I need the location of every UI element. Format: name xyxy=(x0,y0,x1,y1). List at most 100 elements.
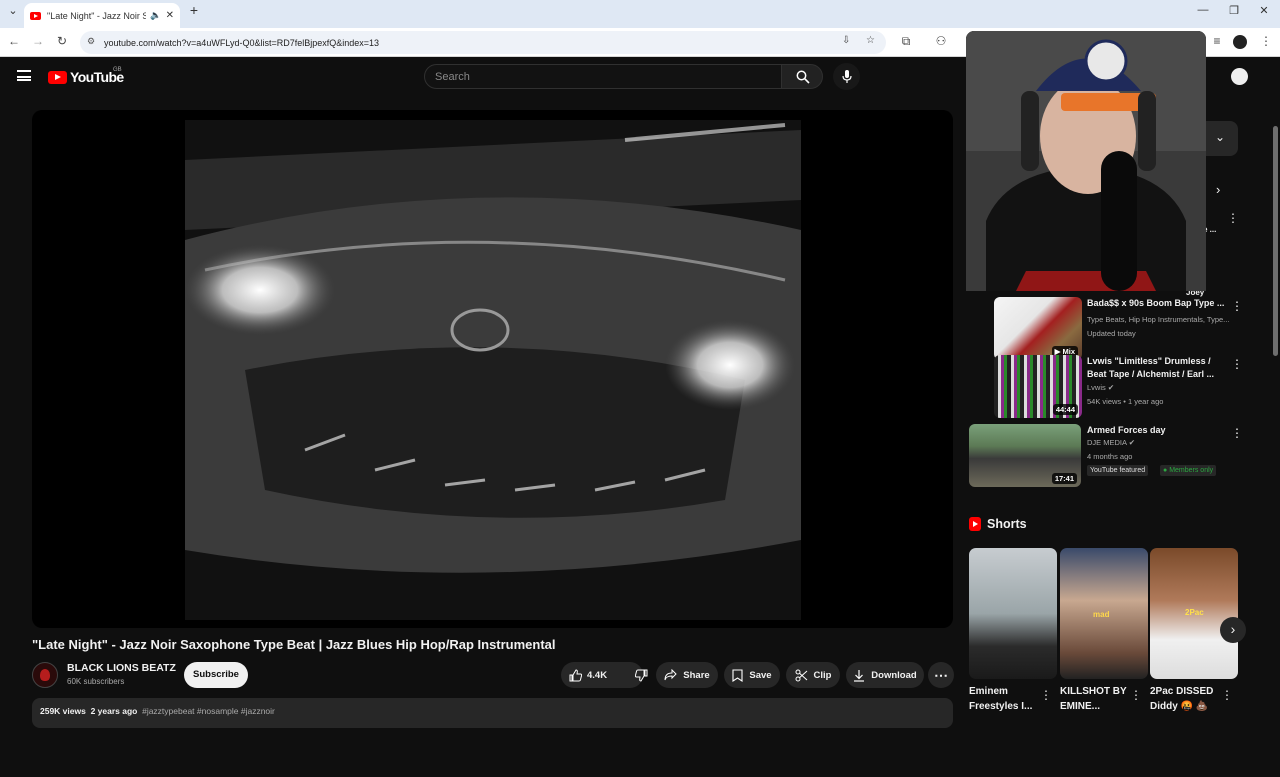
page-scrollbar[interactable] xyxy=(1270,114,1280,777)
download-button[interactable]: Download xyxy=(846,662,924,688)
short-thumbnail[interactable]: mad xyxy=(1060,548,1148,679)
video-thumbnail[interactable]: 17:41 xyxy=(969,424,1081,487)
share-button[interactable]: Share xyxy=(656,662,718,688)
chevron-right-icon[interactable]: › xyxy=(1216,182,1220,197)
tab-title: "Late Night" - Jazz Noir Saxo xyxy=(47,10,147,21)
close-tab-icon[interactable]: ✕ xyxy=(166,10,174,21)
minimize-button[interactable]: — xyxy=(1193,4,1213,16)
thumbs-down-icon xyxy=(635,669,648,682)
shorts-heading-label: Shorts xyxy=(987,517,1027,531)
related-video-channel: Type Beats, Hip Hop Instrumentals, Type.… xyxy=(1087,315,1230,324)
profile-avatar[interactable] xyxy=(1233,35,1247,49)
reload-icon[interactable]: ↻ xyxy=(54,34,70,48)
shorts-next-button[interactable]: › xyxy=(1220,617,1246,643)
search-icon xyxy=(796,70,810,84)
members-only-badge: ● Members only xyxy=(1160,465,1217,476)
back-icon[interactable]: ← xyxy=(6,34,22,48)
kebab-menu-icon[interactable]: ⋮ xyxy=(1221,688,1233,702)
kebab-menu-icon[interactable]: ⋮ xyxy=(1040,688,1052,702)
kebab-menu-icon[interactable]: ⋮ xyxy=(1231,426,1243,440)
related-video-item[interactable]: ▶︎ Mix Bada$$ x 90s Boom Bap Type ... Ty… xyxy=(969,297,1243,361)
bookmark-icon xyxy=(732,668,743,682)
user-avatar[interactable] xyxy=(1231,68,1248,85)
address-bar[interactable]: ⚙ youtube.com/watch?v=a4uWFLyd-Q0&list=R… xyxy=(80,31,886,54)
video-frame xyxy=(185,120,801,620)
related-video-meta: 4 months ago xyxy=(1087,452,1133,461)
new-tab-button[interactable]: + xyxy=(184,2,204,18)
youtube-favicon-icon xyxy=(30,11,41,20)
duration-badge: 17:41 xyxy=(1051,473,1077,484)
short-title[interactable]: KILLSHOT BY EMINE... xyxy=(1060,684,1140,714)
related-video-channel: DJE MEDIA ✔ xyxy=(1087,438,1135,447)
browser-tab-strip: ⌄ "Late Night" - Jazz Noir Saxo 🔈 ✕ + — … xyxy=(0,0,1280,28)
short-thumbnail[interactable] xyxy=(969,548,1057,679)
download-icon xyxy=(854,669,865,682)
youtube-logo[interactable]: YouTube GB xyxy=(48,67,124,85)
related-video-channel: Lvwis ✔ xyxy=(1087,383,1115,392)
url-text: youtube.com/watch?v=a4uWFLyd-Q0&list=RD7… xyxy=(104,37,380,48)
share-icon xyxy=(664,669,678,681)
kebab-menu-icon[interactable]: ⋮ xyxy=(1231,299,1243,313)
playlist-collapse-button[interactable]: ⌄ xyxy=(1206,121,1238,156)
verified-icon: ✔ xyxy=(1128,438,1135,447)
upload-age: 2 years ago xyxy=(90,706,138,716)
video-thumbnail[interactable]: 44:44 xyxy=(994,355,1082,418)
short-thumbnail[interactable]: 2Pac xyxy=(1150,548,1238,679)
tab-list-chevron-icon[interactable]: ⌄ xyxy=(3,4,23,17)
reading-list-icon[interactable]: ≡ xyxy=(1209,34,1225,48)
voice-search-button[interactable] xyxy=(833,63,860,90)
related-video-meta: Updated today xyxy=(1087,329,1136,338)
kebab-menu-icon[interactable]: ⋮ xyxy=(1227,211,1239,225)
bookmark-star-icon[interactable]: ☆ xyxy=(866,35,875,46)
scrollbar-thumb[interactable] xyxy=(1273,126,1278,356)
speaker-icon[interactable]: 🔈 xyxy=(150,10,161,21)
like-button[interactable]: 4.4K xyxy=(569,668,608,682)
like-count: 4.4K xyxy=(587,669,608,681)
short-title[interactable]: 2Pac DISSED Diddy 🤬 💩 xyxy=(1150,684,1230,714)
save-label: Save xyxy=(749,669,772,681)
install-app-icon[interactable]: ⇩ xyxy=(842,35,850,46)
clip-button[interactable]: Clip xyxy=(786,662,840,688)
extension-icon[interactable]: ⚇ xyxy=(933,34,949,48)
more-actions-button[interactable]: ⋯ xyxy=(928,662,954,688)
search-button[interactable] xyxy=(781,64,823,89)
description-box[interactable]: 259K views 2 years ago #jazztypebeat #no… xyxy=(32,698,953,728)
site-info-icon[interactable]: ⚙ xyxy=(87,36,95,47)
short-overlay-text: 2Pac xyxy=(1185,608,1204,617)
close-window-button[interactable]: ✕ xyxy=(1254,4,1274,17)
more-horizontal-icon: ⋯ xyxy=(934,666,948,683)
menu-icon[interactable] xyxy=(17,70,31,81)
dislike-button[interactable] xyxy=(635,669,648,682)
search-input[interactable]: Search xyxy=(424,64,782,89)
related-video-item[interactable]: 44:44 Lvwis "Limitless" Drumless / Beat … xyxy=(969,355,1243,419)
related-video-title: Bada$$ x 90s Boom Bap Type ... xyxy=(1087,298,1225,308)
video-thumbnail[interactable]: ▶︎ Mix xyxy=(994,297,1082,360)
microphone-icon xyxy=(841,69,852,83)
clip-label: Clip xyxy=(813,669,832,681)
save-button[interactable]: Save xyxy=(724,662,780,688)
short-overlay-text: mad xyxy=(1093,610,1110,619)
hashtags[interactable]: #jazztypebeat #nosample #jazznoir xyxy=(142,706,275,716)
subscribe-button[interactable]: Subscribe xyxy=(184,662,248,688)
view-count: 259K views xyxy=(40,706,86,716)
kebab-menu-icon[interactable]: ⋮ xyxy=(1130,688,1142,702)
related-video-item[interactable]: 17:41 Armed Forces day DJE MEDIA ✔ 4 mon… xyxy=(969,424,1243,488)
video-title: "Late Night" - Jazz Noir Saxophone Type … xyxy=(32,637,556,652)
browser-tab-active[interactable]: "Late Night" - Jazz Noir Saxo 🔈 ✕ xyxy=(24,3,180,28)
channel-name[interactable]: BLACK LIONS BEATZ xyxy=(67,662,176,674)
kebab-menu-icon[interactable]: ⋮ xyxy=(1231,357,1243,371)
video-player[interactable] xyxy=(32,110,953,628)
maximize-button[interactable]: ❐ xyxy=(1224,4,1244,17)
short-title[interactable]: Eminem Freestyles I... xyxy=(969,684,1049,714)
shorts-icon xyxy=(969,517,981,531)
country-code: GB xyxy=(113,67,122,73)
share-label: Share xyxy=(683,669,710,681)
related-video-meta: 54K views • 1 year ago xyxy=(1087,397,1164,406)
chrome-menu-icon[interactable]: ⋮ xyxy=(1258,34,1274,48)
webcam-person-image xyxy=(966,31,1206,291)
related-video-title: Lvwis "Limitless" Drumless / Beat Tape /… xyxy=(1087,356,1215,379)
forward-icon[interactable]: → xyxy=(30,34,46,48)
duration-badge: 44:44 xyxy=(1052,404,1078,415)
channel-avatar[interactable] xyxy=(32,662,58,688)
extensions-icon[interactable]: ⧉ xyxy=(898,34,914,49)
